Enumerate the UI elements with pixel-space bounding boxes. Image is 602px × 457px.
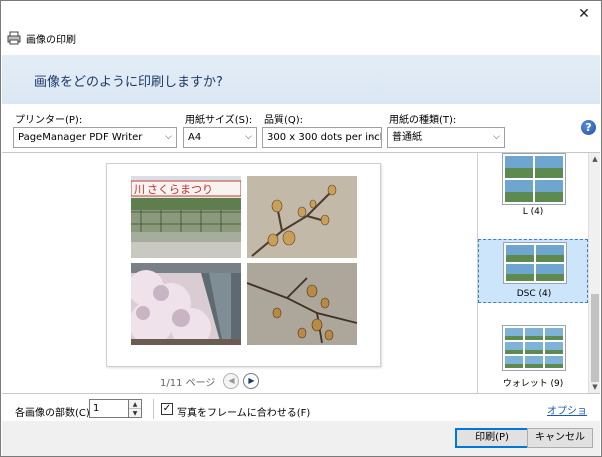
print-button[interactable]: 印刷(P) (455, 428, 529, 448)
help-icon[interactable]: ? (581, 120, 596, 135)
chevron-down-icon: ⌵ (165, 132, 172, 142)
layout-item-wallet[interactable]: ウォレット (9) (478, 321, 588, 393)
layout-item-l[interactable]: L (4) (478, 153, 588, 227)
header-band: 画像をどのように印刷しますか? (2, 55, 600, 104)
chevron-left-icon: ◀ (228, 376, 235, 385)
layout-label: L (4) (522, 207, 544, 217)
fit-to-frame-label[interactable]: 写真をフレームに合わせる(F) (177, 404, 310, 419)
copies-label: 各画像の部数(C): (15, 408, 94, 419)
chevron-down-icon: ⌵ (370, 132, 377, 142)
layout-thumbnail (502, 153, 566, 205)
quality-label: 品質(Q): (264, 115, 304, 126)
photo-festival-sign: 川 さくらまつり (131, 176, 241, 258)
photo-buds-closeup (247, 263, 357, 345)
next-page-button[interactable]: ▶ (243, 373, 260, 389)
stepper-up-icon[interactable]: ▲ (129, 400, 141, 409)
divider (153, 399, 154, 419)
printer-label: プリンター(P): (15, 115, 83, 126)
print-pictures-dialog: ✕ 画像の印刷 画像をどのように印刷しますか? プリンター(P): PageMa… (0, 0, 602, 457)
layout-scrollbar[interactable]: ▲ ▼ (588, 153, 600, 393)
paper-size-select-value: A4 (188, 132, 202, 143)
layout-thumbnail (502, 325, 566, 371)
scroll-down-icon[interactable]: ▼ (589, 381, 601, 393)
page-indicator: 1/11 ページ (160, 377, 216, 389)
preview-pager: 1/11 ページ ◀ ▶ (160, 371, 260, 391)
paper-type-select[interactable]: 普通紙 ⌵ (387, 127, 505, 148)
layout-label: DSC (4) (516, 289, 552, 299)
print-options-row: プリンター(P): PageManager PDF Writer ⌵ 用紙サイズ… (1, 109, 601, 149)
printer-select-value: PageManager PDF Writer (18, 132, 143, 143)
quality-select[interactable]: 300 x 300 dots per inch ⌵ (262, 127, 382, 148)
quality-select-value: 300 x 300 dots per inch (267, 132, 382, 143)
photo-cherry-buds (247, 176, 357, 258)
paper-type-select-value: 普通紙 (392, 132, 422, 143)
stepper-down-icon[interactable]: ▼ (129, 409, 141, 418)
previous-page-button[interactable]: ◀ (223, 373, 240, 389)
layout-label: ウォレット (9) (502, 379, 564, 389)
copies-stepper[interactable]: ▲ ▼ (129, 399, 142, 418)
photo-blossom-river (131, 263, 241, 345)
sign-prefix-text: 川 (134, 183, 145, 196)
page-heading: 画像をどのように印刷しますか? (34, 75, 223, 90)
paper-size-label: 用紙サイズ(S): (185, 115, 253, 126)
paper-size-select[interactable]: A4 ⌵ (183, 127, 257, 148)
printer-select[interactable]: PageManager PDF Writer ⌵ (13, 127, 177, 148)
close-button[interactable]: ✕ (573, 5, 595, 23)
chevron-right-icon: ▶ (248, 376, 255, 385)
cancel-button[interactable]: キャンセル (527, 428, 593, 448)
layout-item-dsc[interactable]: DSC (4) (478, 239, 588, 303)
chevron-down-icon: ⌵ (245, 132, 252, 142)
layout-thumbnail (503, 242, 567, 284)
layout-list: L (4) DSC (4) ウォレット (9) (477, 153, 588, 393)
divider (2, 393, 600, 394)
preview-page: 川 さくらまつり (106, 163, 381, 367)
copies-input[interactable]: 1 (89, 399, 129, 418)
print-preview-area: 川 さくらまつり 1/11 ページ ◀ ▶ (2, 153, 477, 393)
title-bar: 画像の印刷 (7, 30, 76, 46)
paper-type-label: 用紙の種類(T): (389, 115, 457, 126)
scrollbar-thumb[interactable] (591, 294, 599, 382)
fit-to-frame-checkbox[interactable]: ✓ (161, 403, 173, 415)
sign-text: さくらまつり (147, 183, 213, 196)
scroll-up-icon[interactable]: ▲ (589, 153, 601, 165)
window-title: 画像の印刷 (26, 34, 76, 46)
chevron-down-icon: ⌵ (493, 132, 500, 142)
printer-icon (7, 31, 21, 45)
